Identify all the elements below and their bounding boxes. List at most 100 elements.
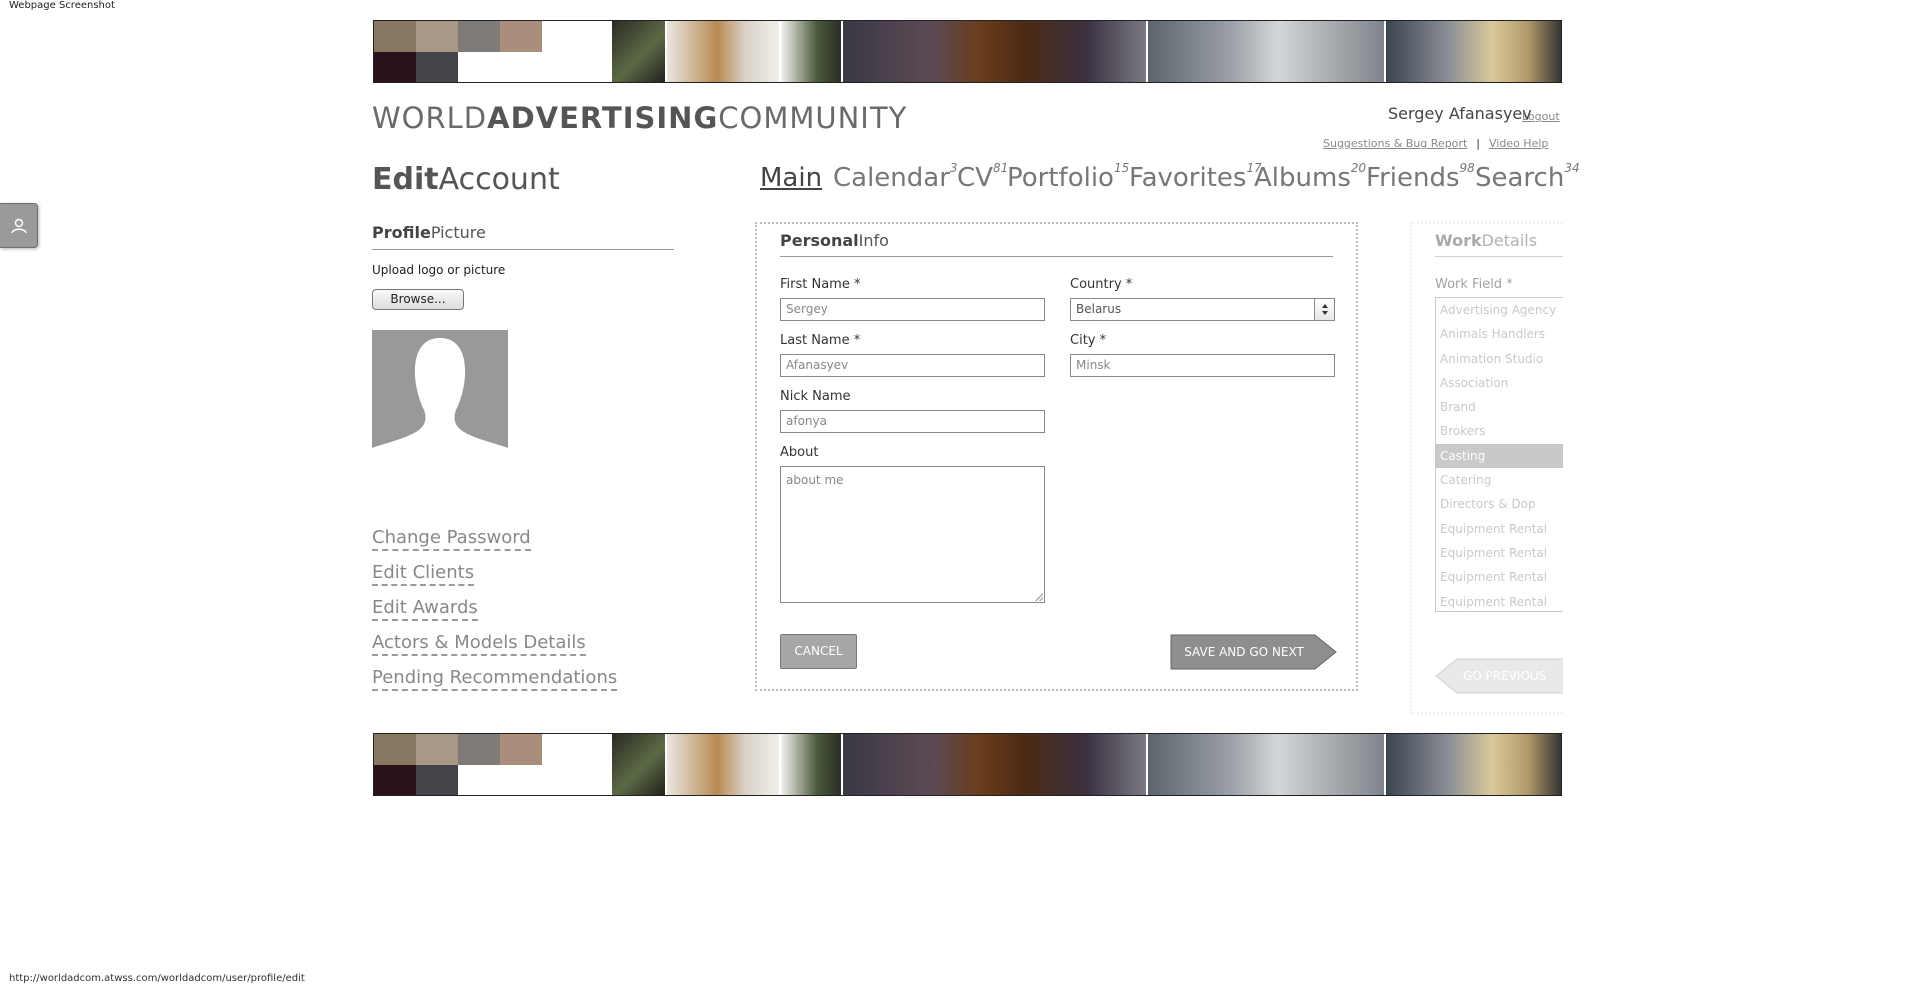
swatch: [458, 21, 500, 52]
tab-friends[interactable]: Friends98: [1366, 161, 1475, 193]
heading-bold: Personal: [780, 231, 859, 250]
swatch: [416, 21, 458, 52]
tab-label: Albums: [1254, 163, 1351, 193]
arrow-left-button-shape: GO PREVIOUS: [1435, 658, 1563, 694]
video-help-link[interactable]: Video Help: [1489, 137, 1548, 150]
save-and-next-button[interactable]: SAVE AND GO NEXT: [1170, 634, 1337, 670]
banner-photo-plant: [610, 734, 665, 795]
edit-awards-link[interactable]: Edit Awards: [372, 597, 478, 621]
tab-count: 20: [1350, 161, 1367, 175]
last-name-label: Last Name *: [780, 333, 861, 348]
work-field-option[interactable]: Equipment Rental: [1436, 565, 1563, 589]
logo-part: COMMUNITY: [718, 101, 908, 135]
banner-photo-dog: [665, 21, 779, 82]
logo-part: WORLD: [372, 101, 488, 135]
title-bold: Edit: [372, 162, 439, 197]
person-silhouette-icon: [372, 330, 508, 473]
work-field-option[interactable]: Advertising Agency: [1436, 298, 1563, 322]
edit-clients-link[interactable]: Edit Clients: [372, 562, 475, 586]
top-banner: [373, 20, 1562, 83]
work-field-option[interactable]: Animation Studio: [1436, 347, 1563, 371]
select-arrows-icon[interactable]: [1314, 299, 1334, 320]
suggestions-link[interactable]: Suggestions & Bug Report: [1323, 137, 1467, 150]
work-field-option[interactable]: Equipment Rental: [1436, 517, 1563, 541]
profile-picture-heading: ProfilePicture: [372, 223, 486, 242]
tab-albums[interactable]: Albums20: [1254, 161, 1367, 193]
user-widget-tab[interactable]: [0, 203, 38, 248]
divider: [372, 249, 674, 250]
page-title: EditAccount: [372, 162, 560, 197]
tab-count: 15: [1113, 161, 1130, 175]
banner-photo-plant: [610, 21, 665, 82]
heading-bold: Profile: [372, 223, 431, 242]
swatch: [416, 52, 458, 82]
status-bar-url: http://worldadcom.atwss.com/worldadcom/u…: [9, 973, 305, 984]
tab-favorites[interactable]: Favorites17: [1129, 161, 1262, 193]
work-field-option[interactable]: Equipment Rental: [1436, 541, 1563, 565]
save-button-label: SAVE AND GO NEXT: [1184, 645, 1304, 659]
swatch: [374, 765, 416, 795]
go-previous-button[interactable]: GO PREVIOUS: [1435, 658, 1563, 694]
work-field-option[interactable]: Catering: [1436, 468, 1563, 492]
work-field-option[interactable]: Directors & Dop: [1436, 492, 1563, 516]
personal-info-panel: PersonalInfo First Name * Sergey Last Na…: [755, 222, 1358, 691]
prev-button-label: GO PREVIOUS: [1463, 669, 1546, 683]
nick-name-field[interactable]: afonya: [780, 410, 1045, 433]
country-value: Belarus: [1076, 302, 1122, 316]
swatch: [374, 52, 416, 82]
logout-link[interactable]: Logout: [1522, 110, 1560, 123]
tab-cv[interactable]: CV81: [957, 161, 1008, 193]
actors-models-link[interactable]: Actors & Models Details: [372, 632, 586, 656]
tab-label: Friends: [1366, 163, 1460, 193]
first-name-field[interactable]: Sergey: [780, 298, 1045, 321]
heading-normal: Details: [1481, 231, 1538, 250]
swatch: [416, 734, 458, 765]
banner-photo-model: [1384, 21, 1561, 82]
work-field-option[interactable]: Brand: [1436, 395, 1563, 419]
banner-photo-candy: [841, 21, 1146, 82]
resize-handle-icon[interactable]: [1035, 593, 1043, 601]
work-field-option[interactable]: Association: [1436, 371, 1563, 395]
upload-label: Upload logo or picture: [372, 263, 506, 277]
banner-photo-dog: [665, 734, 779, 795]
banner-photo-model: [1384, 734, 1561, 795]
pending-recommendations-link[interactable]: Pending Recommendations: [372, 667, 618, 691]
tab-calendar[interactable]: Calendar3: [833, 161, 958, 193]
tab-main[interactable]: Main: [760, 163, 822, 193]
swatch: [500, 21, 542, 52]
tab-label: Main: [760, 163, 823, 193]
country-select[interactable]: Belarus: [1070, 298, 1335, 321]
tab-count: 98: [1459, 161, 1475, 175]
about-textarea[interactable]: about me: [780, 466, 1045, 603]
tab-label: Favorites: [1129, 163, 1247, 193]
country-label: Country *: [1070, 277, 1133, 292]
divider: [1435, 256, 1563, 257]
tab-search[interactable]: Search34: [1475, 161, 1580, 193]
banner-photo-car: [1146, 21, 1384, 82]
tab-label: Search: [1475, 163, 1565, 193]
change-password-link[interactable]: Change Password: [372, 527, 531, 551]
work-field-option[interactable]: Animals Handlers: [1436, 322, 1563, 346]
heading-bold: Work: [1435, 231, 1482, 250]
work-field-list[interactable]: Advertising Agency Animals Handlers Animat…: [1435, 297, 1563, 612]
browse-button[interactable]: Browse...: [372, 289, 464, 310]
about-text: about me: [786, 473, 844, 487]
site-logo[interactable]: WORLDADVERTISINGCOMMUNITY: [372, 101, 907, 135]
work-field-option[interactable]: Brokers: [1436, 419, 1563, 443]
first-name-label: First Name *: [780, 277, 861, 292]
personal-info-heading: PersonalInfo: [780, 231, 889, 250]
color-swatches: [374, 734, 610, 795]
banner-photo-tree: [779, 21, 841, 82]
banner-photo-car: [1146, 734, 1384, 795]
bottom-banner: [373, 733, 1562, 796]
city-field[interactable]: Minsk: [1070, 354, 1335, 377]
cancel-button[interactable]: CANCEL: [780, 634, 857, 669]
work-field-option[interactable]: Casting: [1436, 443, 1563, 469]
banner-photo-tree: [779, 734, 841, 795]
logo-part: ADVERTISING: [487, 101, 719, 135]
tab-portfolio[interactable]: Portfolio15: [1007, 161, 1130, 193]
work-field-option[interactable]: Equipment Rental: [1436, 590, 1563, 611]
tab-count: 34: [1564, 161, 1580, 175]
user-name: Sergey Afanasyev: [1388, 104, 1532, 123]
last-name-field[interactable]: Afanasyev: [780, 354, 1045, 377]
